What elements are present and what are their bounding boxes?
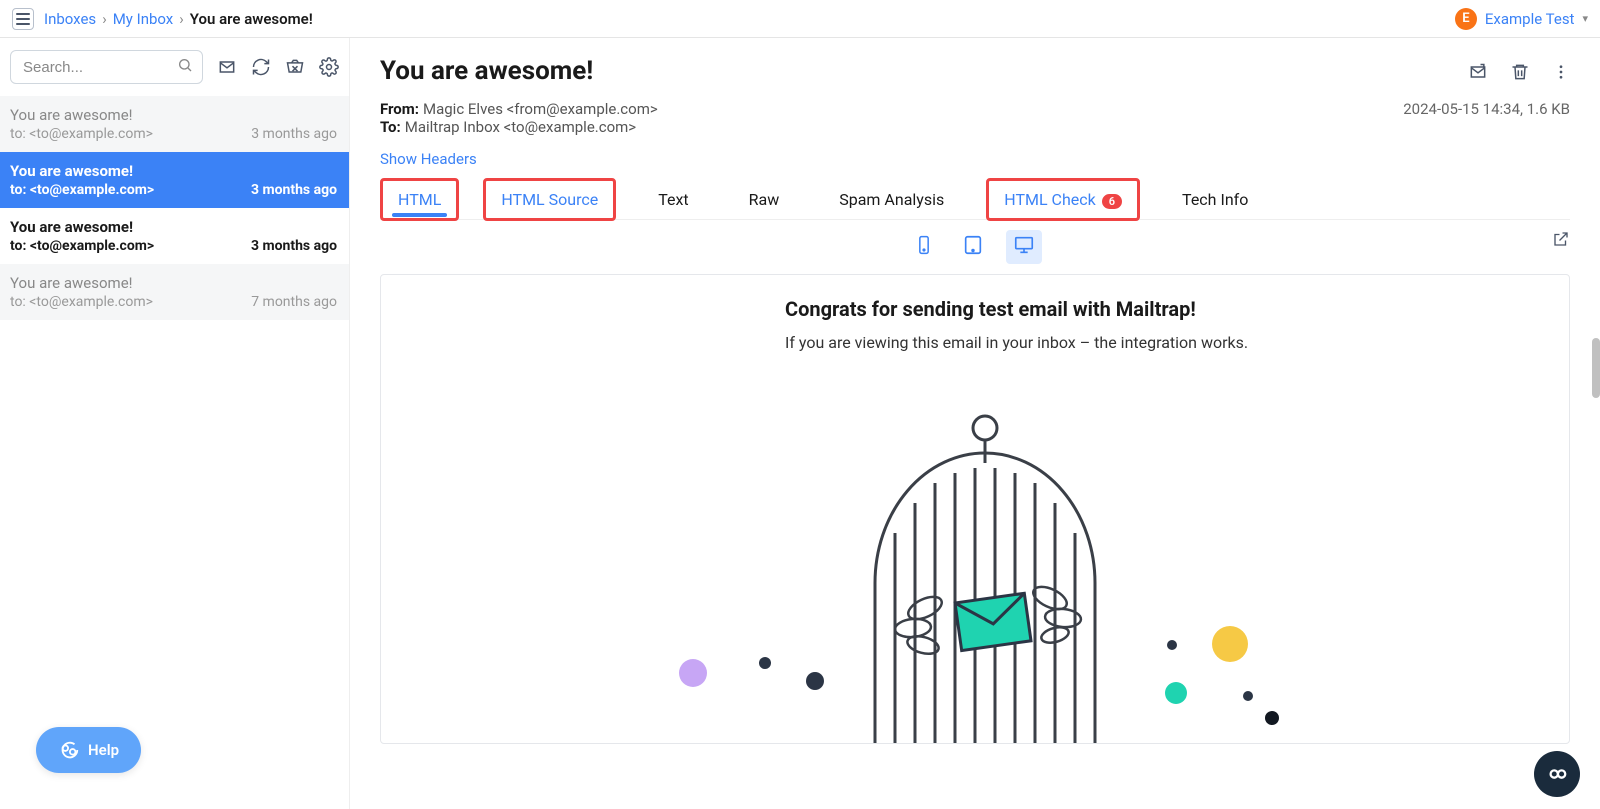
message-item[interactable]: You are awesome! to: <to@example.com> 3 m… — [0, 208, 349, 264]
search-wrap — [10, 50, 203, 84]
help-label: Help — [88, 741, 119, 759]
tabs-row: HTML HTML Source Text Raw Spam Analysis … — [380, 180, 1570, 220]
tab-html-source[interactable]: HTML Source — [485, 180, 614, 219]
from-value: Magic Elves <from@example.com> — [423, 100, 658, 118]
tab-text[interactable]: Text — [642, 180, 704, 219]
message-item[interactable]: You are awesome! to: <to@example.com> 3 m… — [0, 152, 349, 208]
device-tablet-icon[interactable] — [956, 230, 990, 264]
clear-inbox-icon[interactable] — [285, 57, 305, 77]
tab-html-check[interactable]: HTML Check6 — [988, 180, 1138, 219]
menu-toggle-button[interactable] — [12, 8, 34, 30]
sidebar: You are awesome! to: <to@example.com> 3 m… — [0, 38, 350, 809]
device-mobile-icon[interactable] — [908, 230, 940, 264]
more-icon[interactable] — [1552, 63, 1570, 85]
gear-icon[interactable] — [319, 57, 339, 77]
tab-tech-info[interactable]: Tech Info — [1166, 180, 1264, 219]
email-subject: You are awesome! — [380, 56, 593, 86]
email-timestamp: 2024-05-15 14:34, 1.6 KB — [1403, 100, 1570, 118]
message-to: to: <to@example.com> — [10, 294, 153, 310]
message-age: 3 months ago — [251, 126, 337, 142]
preview-body: If you are viewing this email in your in… — [545, 333, 1405, 352]
refresh-icon[interactable] — [251, 57, 271, 77]
message-to: to: <to@example.com> — [10, 238, 154, 254]
message-to: to: <to@example.com> — [10, 182, 154, 198]
tab-html[interactable]: HTML — [382, 180, 457, 219]
user-avatar[interactable]: E — [1455, 8, 1477, 30]
help-button[interactable]: Help — [36, 727, 141, 773]
message-item[interactable]: You are awesome! to: <to@example.com> 3 m… — [0, 96, 349, 152]
to-value: Mailtrap Inbox <to@example.com> — [405, 118, 636, 136]
message-age: 7 months ago — [251, 294, 337, 310]
forward-icon[interactable] — [1468, 62, 1488, 86]
floating-action-button[interactable] — [1534, 751, 1580, 797]
breadcrumb: Inboxes › My Inbox › You are awesome! — [44, 10, 313, 28]
main-panel: You are awesome! From:Magic Elves <from@… — [350, 38, 1600, 809]
breadcrumb-current: You are awesome! — [190, 10, 313, 28]
open-external-icon[interactable] — [1552, 230, 1570, 252]
preview-heading: Congrats for sending test email with Mai… — [545, 297, 1405, 321]
show-headers-link[interactable]: Show Headers — [380, 150, 1570, 168]
message-age: 3 months ago — [251, 238, 337, 254]
to-label: To: — [380, 118, 401, 136]
message-age: 3 months ago — [251, 182, 337, 198]
message-subject: You are awesome! — [10, 162, 337, 180]
message-subject: You are awesome! — [10, 218, 337, 236]
chevron-right-icon: › — [102, 10, 107, 28]
message-list: You are awesome! to: <to@example.com> 3 m… — [0, 96, 349, 809]
illustration-birdcage — [655, 383, 1295, 744]
tab-raw[interactable]: Raw — [733, 180, 796, 219]
email-preview: Congrats for sending test email with Mai… — [380, 274, 1570, 744]
chevron-right-icon: › — [179, 10, 184, 28]
preview-scrollbar[interactable] — [1592, 338, 1600, 398]
trash-icon[interactable] — [1510, 62, 1530, 86]
html-check-badge: 6 — [1102, 194, 1122, 209]
mark-read-icon[interactable] — [217, 57, 237, 77]
message-subject: You are awesome! — [10, 274, 337, 292]
tab-spam-analysis[interactable]: Spam Analysis — [823, 180, 960, 219]
breadcrumb-my-inbox[interactable]: My Inbox — [113, 10, 174, 28]
message-subject: You are awesome! — [10, 106, 337, 124]
topbar: Inboxes › My Inbox › You are awesome! E … — [0, 0, 1600, 38]
search-input[interactable] — [10, 50, 203, 84]
from-label: From: — [380, 100, 419, 118]
message-item[interactable]: You are awesome! to: <to@example.com> 7 m… — [0, 264, 349, 320]
device-desktop-icon[interactable] — [1006, 230, 1042, 264]
chevron-down-icon[interactable]: ▾ — [1582, 12, 1588, 25]
breadcrumb-inboxes[interactable]: Inboxes — [44, 10, 96, 28]
message-to: to: <to@example.com> — [10, 126, 153, 142]
user-name[interactable]: Example Test — [1485, 10, 1575, 28]
